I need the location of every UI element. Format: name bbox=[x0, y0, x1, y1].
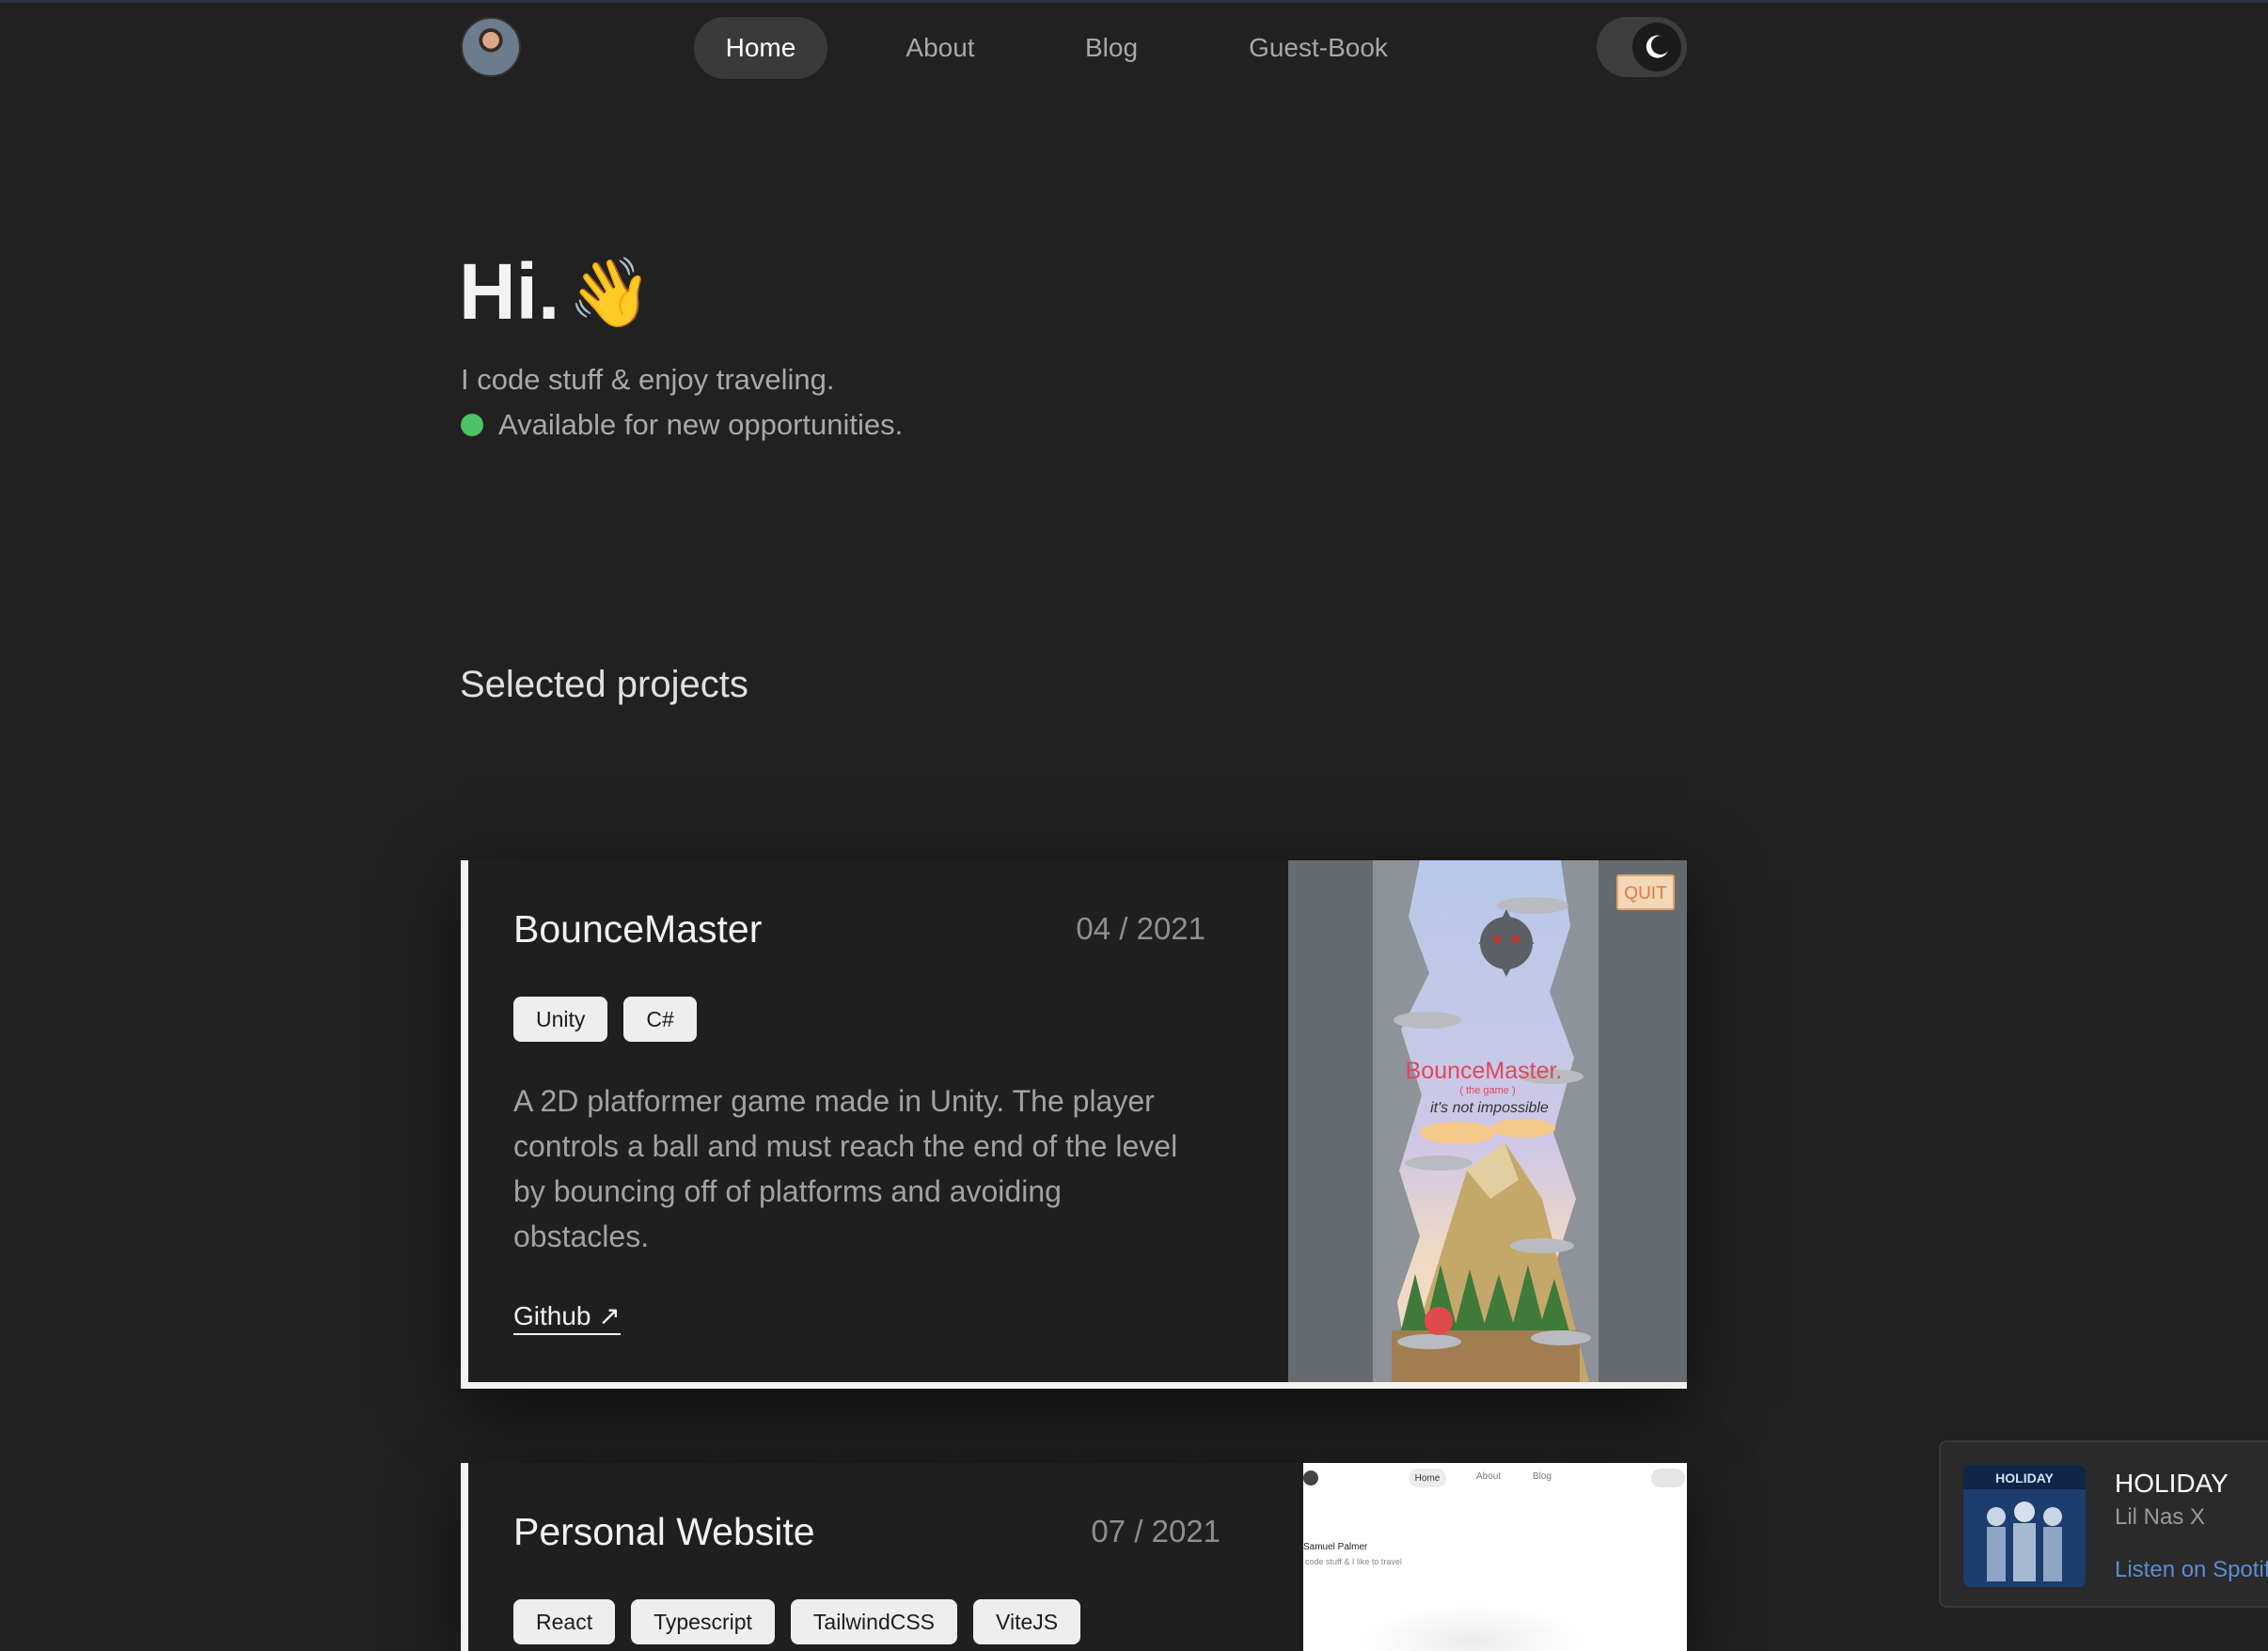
album-cover[interactable]: HOLIDAY bbox=[1963, 1465, 2086, 1587]
tag-csharp: C# bbox=[623, 997, 697, 1042]
game-artwork: BounceMaster. ( the game ) it's not impo… bbox=[1373, 860, 1675, 1382]
mini-avatar bbox=[1303, 1470, 1318, 1486]
track-artist: Lil Nas X bbox=[2115, 1504, 2206, 1530]
nav-about[interactable]: About bbox=[884, 17, 997, 79]
project-title: BounceMaster bbox=[513, 907, 763, 951]
now-playing-widget: HOLIDAY HOLIDAY Lil Nas X Listen on Spot… bbox=[1939, 1440, 2268, 1608]
nav-home[interactable]: Home bbox=[694, 17, 827, 79]
nav-guest-book[interactable]: Guest-Book bbox=[1226, 17, 1410, 79]
waving-hand-icon: 👋 bbox=[568, 256, 653, 331]
game-subtitle-text: ( the game ) bbox=[1459, 1085, 1515, 1096]
moon-icon bbox=[1646, 35, 1668, 58]
mini-nav-home: Home bbox=[1409, 1469, 1446, 1487]
mini-theme-toggle bbox=[1651, 1469, 1685, 1487]
mini-nav-blog: Blog bbox=[1533, 1471, 1552, 1482]
hero-greeting: Hi. bbox=[459, 247, 560, 336]
project-card-bouncemaster: BounceMaster 04 / 2021 Unity C# A 2D pla… bbox=[461, 860, 1687, 1389]
mini-nav-about: About bbox=[1476, 1471, 1502, 1482]
section-title: Selected projects bbox=[460, 664, 748, 705]
theme-toggle[interactable] bbox=[1597, 17, 1687, 77]
hero-tagline: I code stuff & enjoy traveling. bbox=[461, 363, 835, 396]
nav-blog[interactable]: Blog bbox=[1063, 17, 1160, 79]
project-screenshot-bouncemaster[interactable]: BounceMaster. ( the game ) it's not impo… bbox=[1288, 860, 1687, 1382]
mini-name: Samuel Palmer bbox=[1303, 1542, 1368, 1552]
theme-toggle-knob bbox=[1632, 23, 1681, 71]
project-screenshot-personal-website[interactable]: Home About Blog Samuel Palmer code stuff… bbox=[1303, 1463, 1687, 1651]
listen-on-spotify-link[interactable]: Listen on Spotify bbox=[2115, 1557, 2268, 1583]
status-dot-icon bbox=[461, 414, 483, 436]
game-tagline-text: it's not impossible bbox=[1430, 1100, 1549, 1116]
mini-shadow bbox=[1360, 1604, 1585, 1651]
availability-text: Available for new opportunities. bbox=[498, 408, 904, 441]
project-card-personal-website: Personal Website 07 / 2021 React Typescr… bbox=[461, 1463, 1687, 1651]
project-description: A 2D platformer game made in Unity. The … bbox=[513, 1084, 1178, 1253]
game-quit-label: QUIT bbox=[1624, 884, 1667, 904]
tag-unity: Unity bbox=[513, 997, 608, 1042]
github-link[interactable]: Github ↗ bbox=[513, 1300, 621, 1335]
project-date: 07 / 2021 bbox=[1091, 1514, 1221, 1549]
avatar[interactable] bbox=[461, 17, 521, 77]
track-title: HOLIDAY bbox=[2115, 1469, 2229, 1498]
mini-tagline: code stuff & I like to travel bbox=[1305, 1557, 1402, 1566]
album-cover-title: HOLIDAY bbox=[1995, 1470, 2054, 1486]
project-title: Personal Website bbox=[513, 1510, 815, 1553]
game-title-text: BounceMaster. bbox=[1406, 1058, 1563, 1084]
window-top-border bbox=[0, 0, 2268, 3]
project-date: 04 / 2021 bbox=[1076, 911, 1205, 946]
availability-status: Available for new opportunities. bbox=[461, 408, 903, 442]
